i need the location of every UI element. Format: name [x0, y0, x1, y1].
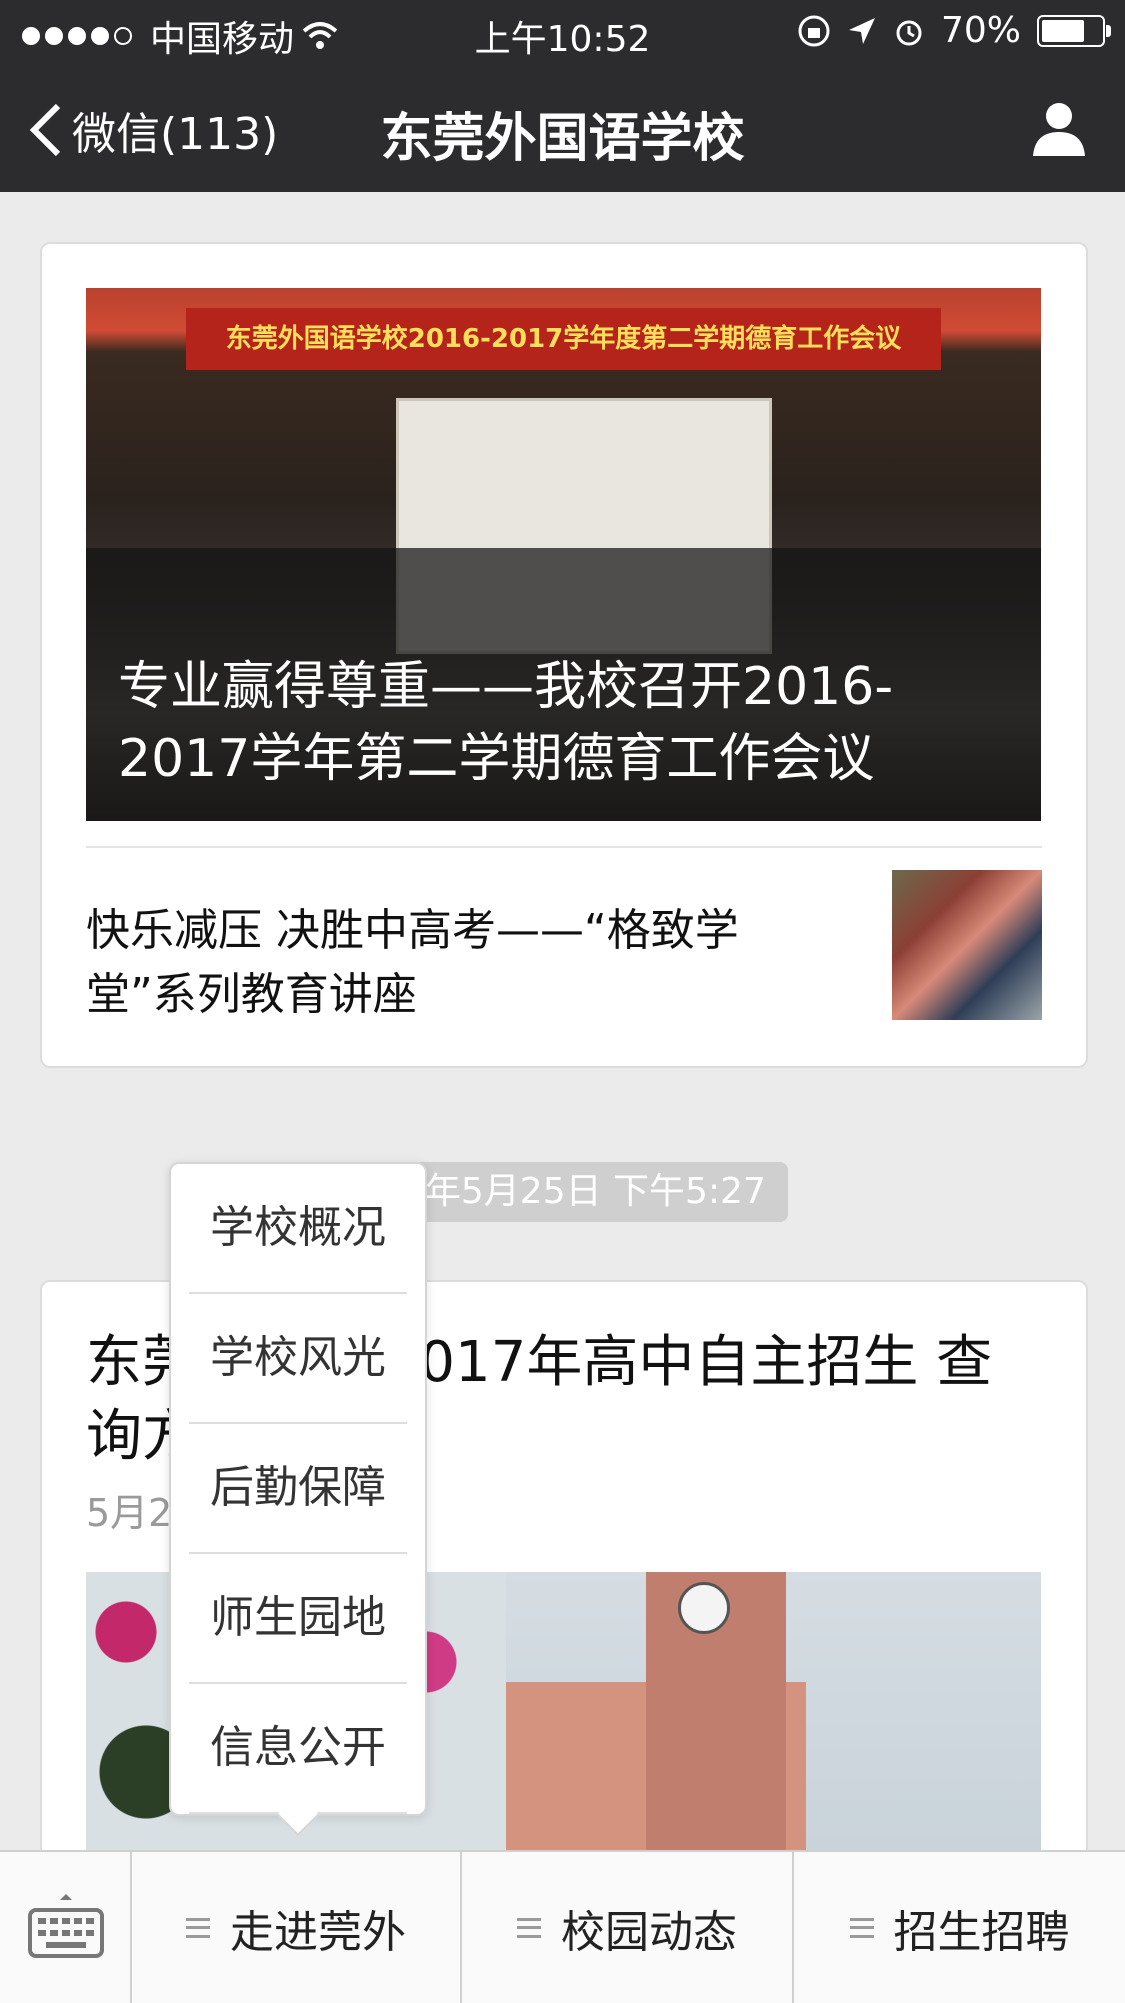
menu-item-logistics[interactable]: 后勤保障	[189, 1424, 407, 1554]
battery-icon	[1037, 14, 1111, 47]
tab-admissions[interactable]: 招生招聘	[794, 1852, 1125, 2003]
nav-bar: 微信(113) 东莞外国语学校	[0, 62, 1125, 192]
sub-article-title[interactable]: 快乐减压 决胜中高考——“格致学堂”系列教育讲座	[86, 899, 806, 1027]
tab-campus-news[interactable]: 校园动态	[462, 1852, 794, 2003]
battery-percent: 70%	[940, 10, 1021, 51]
alarm-icon	[896, 20, 922, 45]
status-right: 70%	[797, 10, 1111, 51]
tab-label: 招生招聘	[893, 1906, 1070, 1958]
menu-item-teacher-student[interactable]: 师生园地	[189, 1554, 407, 1684]
card-divider	[86, 846, 1042, 848]
location-icon	[848, 17, 875, 44]
article-card-1: 东莞外国语学校2016-2017学年度第二学期德育工作会议 专业赢得尊重——我校…	[40, 242, 1088, 1068]
keyboard-toggle-button[interactable]	[0, 1852, 132, 2003]
menu-item-school-overview[interactable]: 学校概况	[189, 1164, 407, 1294]
keyboard-icon	[28, 1894, 104, 1958]
profile-icon[interactable]	[1029, 98, 1089, 158]
article-date: 5月2	[86, 1491, 173, 1535]
clock-icon	[678, 1582, 730, 1634]
page-title: 东莞外国语学校	[380, 109, 745, 169]
main-article[interactable]: 东莞外国语学校2016-2017学年度第二学期德育工作会议 专业赢得尊重——我校…	[86, 288, 1041, 821]
menu-icon	[849, 1917, 874, 1938]
cover-banner-text: 东莞外国语学校2016-2017学年度第二学期德育工作会议	[186, 308, 941, 370]
message-timestamp: 7年5月25日 下午5:27	[380, 1162, 788, 1222]
bottom-menu-bar: 走进莞外 校园动态 招生招聘	[0, 1850, 1125, 2003]
main-article-title: 专业赢得尊重——我校召开2016-2017学年第二学期德育工作会议	[118, 657, 894, 789]
menu-icon	[186, 1917, 210, 1938]
rotation-lock-icon	[798, 15, 830, 46]
menu-icon	[517, 1917, 541, 1938]
sub-article-thumbnail[interactable]	[892, 870, 1042, 1020]
status-bar: 中国移动 上午10:52 70%	[0, 0, 1125, 62]
tab-about-school[interactable]: 走进莞外	[132, 1852, 462, 2003]
menu-item-school-scenery[interactable]: 学校风光	[189, 1294, 407, 1424]
tab-label: 走进莞外	[230, 1906, 406, 1958]
submenu-popup: 学校概况 学校风光 后勤保障 师生园地 信息公开	[169, 1162, 427, 1837]
tab-label: 校园动态	[561, 1906, 737, 1958]
